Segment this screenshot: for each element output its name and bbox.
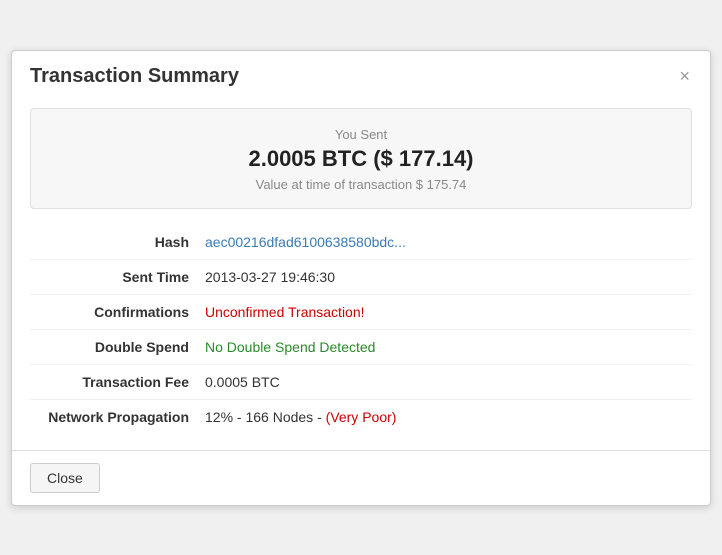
hash-value[interactable]: aec00216dfad6100638580bdc... <box>205 234 406 250</box>
detail-row: ConfirmationsUnconfirmed Transaction! <box>30 295 692 330</box>
you-sent-label: You Sent <box>51 127 671 142</box>
detail-label: Double Spend <box>30 339 205 355</box>
detail-value: 2013-03-27 19:46:30 <box>205 269 335 285</box>
amount-display: 2.0005 BTC ($ 177.14) <box>51 146 671 172</box>
summary-box: You Sent 2.0005 BTC ($ 177.14) Value at … <box>30 108 692 209</box>
detail-label: Sent Time <box>30 269 205 285</box>
close-button[interactable]: Close <box>30 463 100 493</box>
dialog-footer: Close <box>12 450 710 505</box>
double-spend-value: No Double Spend Detected <box>205 339 375 355</box>
detail-row: Hashaec00216dfad6100638580bdc... <box>30 225 692 260</box>
dialog-header: Transaction Summary × <box>12 51 710 98</box>
transaction-summary-dialog: Transaction Summary × You Sent 2.0005 BT… <box>11 50 711 506</box>
detail-label: Network Propagation <box>30 409 205 425</box>
detail-row: Double SpendNo Double Spend Detected <box>30 330 692 365</box>
network-propagation-value: 12% - 166 Nodes - <box>205 409 326 425</box>
detail-value: 0.0005 BTC <box>205 374 280 390</box>
very-poor-badge: (Very Poor) <box>326 409 397 425</box>
detail-label: Hash <box>30 234 205 250</box>
detail-row: Network Propagation12% - 166 Nodes - (Ve… <box>30 400 692 434</box>
details-table: Hashaec00216dfad6100638580bdc...Sent Tim… <box>30 225 692 434</box>
detail-label: Transaction Fee <box>30 374 205 390</box>
detail-row: Sent Time2013-03-27 19:46:30 <box>30 260 692 295</box>
confirmations-value: Unconfirmed Transaction! <box>205 304 365 320</box>
value-at-time: Value at time of transaction $ 175.74 <box>51 177 671 192</box>
detail-row: Transaction Fee0.0005 BTC <box>30 365 692 400</box>
close-x-button[interactable]: × <box>677 67 692 85</box>
dialog-title: Transaction Summary <box>30 65 239 88</box>
detail-label: Confirmations <box>30 304 205 320</box>
